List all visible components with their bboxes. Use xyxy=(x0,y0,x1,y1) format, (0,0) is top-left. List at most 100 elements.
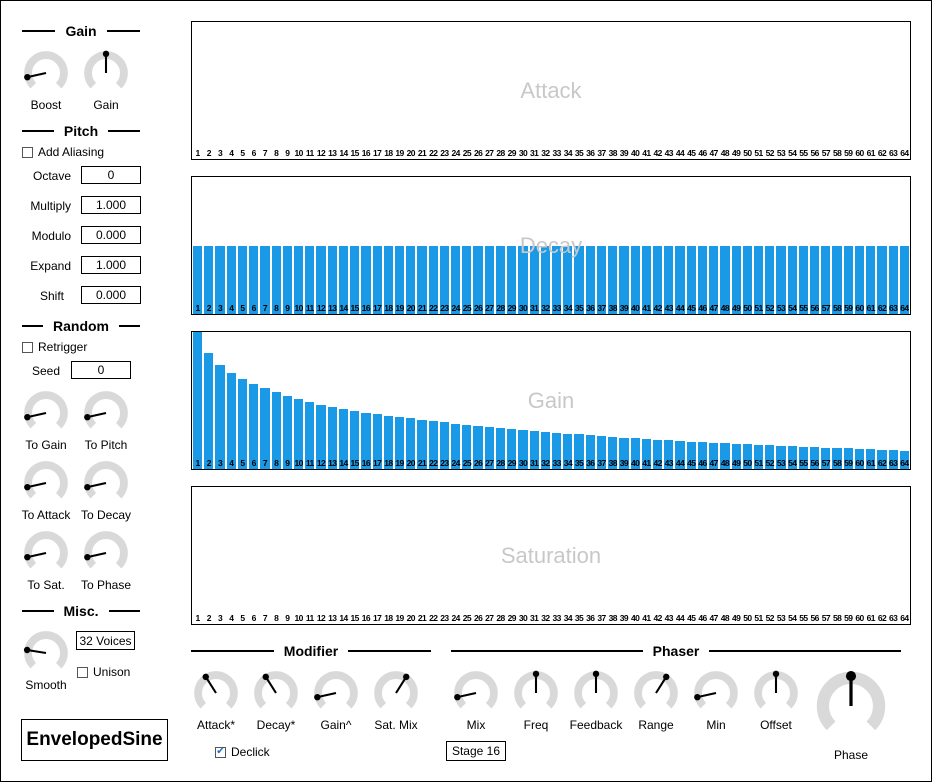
stage-number: 35 xyxy=(574,303,584,313)
retrigger-box[interactable] xyxy=(22,341,33,353)
stage-number: 9 xyxy=(285,303,290,313)
stage-number: 20 xyxy=(406,303,416,313)
declick-box[interactable]: ✔ xyxy=(215,746,226,758)
stage-number: 15 xyxy=(350,458,360,468)
gain-panel[interactable]: Gain 1 2 3 4 5 6 7 8 9 10 11 12 13 14 15 16 17 18 19 20 21 22… xyxy=(191,331,911,470)
stage-number: 28 xyxy=(496,458,505,468)
stage-number: 33 xyxy=(552,613,561,623)
shift-field[interactable]: 0.000 xyxy=(81,286,141,304)
stage-number: 5 xyxy=(240,613,245,623)
decay-panel[interactable]: Decay 1 2 3 4 5 6 7 8 9 10 11 12 13 14 15 16 17 18 19 20 21 2… xyxy=(191,176,911,315)
attack-curve-knob[interactable] xyxy=(193,670,239,716)
attack-panel[interactable]: Attack 1 2 3 4 5 6 7 8 9 10 11 12 13 14 15 16 17 18 19 20 21… xyxy=(191,21,911,160)
to-sat-knob[interactable] xyxy=(23,530,69,576)
gain-bars[interactable] xyxy=(192,332,910,469)
octave-field[interactable]: 0 xyxy=(81,166,141,184)
unison-checkbox[interactable]: Unison xyxy=(77,665,130,679)
stage-number: 54 xyxy=(788,613,797,623)
stage-number: 43 xyxy=(664,303,674,313)
modulo-label: Modulo xyxy=(31,229,71,243)
seed-field[interactable]: 0 xyxy=(71,361,131,379)
decay-stage-numbers: 1 2 3 4 5 6 7 8 9 10 11 12 13 14 15 16 17 18 19 20 21 22 23 24 2… xyxy=(192,301,910,313)
saturation-panel[interactable]: Saturation 1 2 3 4 5 6 7 8 9 10 11 12 13 14 15 16 17 18 19… xyxy=(191,486,911,625)
decay-bars[interactable] xyxy=(192,177,910,314)
phaser-mix-knob[interactable] xyxy=(453,670,499,716)
stage-number: 35 xyxy=(574,458,584,468)
stage-number: 22 xyxy=(429,303,438,313)
to-gain-label: To Gain xyxy=(25,438,67,452)
stage-number: 11 xyxy=(305,458,314,468)
declick-checkbox[interactable]: ✔ Declick xyxy=(215,745,270,759)
stage-number: 40 xyxy=(631,148,640,158)
to-phase-knob[interactable] xyxy=(83,530,129,576)
to-pitch-label: To Pitch xyxy=(84,438,128,452)
boost-label: Boost xyxy=(30,98,62,112)
stage-number: 55 xyxy=(799,458,808,468)
stage-number: 56 xyxy=(810,613,820,623)
stage-number: 4 xyxy=(229,148,234,158)
gain-curve-knob[interactable] xyxy=(313,670,359,716)
to-gain-knob[interactable] xyxy=(23,390,69,436)
to-pitch-knob[interactable] xyxy=(83,390,129,436)
stage-number: 36 xyxy=(586,458,595,468)
stage-number: 61 xyxy=(866,303,876,313)
sat-mix-knob[interactable] xyxy=(373,670,419,716)
stage-number: 26 xyxy=(473,303,483,313)
phaser-offset-label: Offset xyxy=(760,718,792,732)
stage-bar[interactable] xyxy=(204,352,214,469)
stage-number: 25 xyxy=(462,303,472,313)
stage-number: 13 xyxy=(328,303,337,313)
saturation-bars[interactable] xyxy=(192,487,910,624)
stage-bar[interactable] xyxy=(193,332,203,469)
stage-number: 50 xyxy=(743,458,752,468)
stage-number: 1 xyxy=(195,148,201,158)
stage-number: 29 xyxy=(507,613,517,623)
smooth-knob[interactable] xyxy=(23,630,69,676)
phaser-range-knob[interactable] xyxy=(633,670,679,716)
add-aliasing-checkbox[interactable]: Add Aliasing xyxy=(22,145,104,159)
stage-number: 12 xyxy=(316,458,326,468)
stage-number: 37 xyxy=(597,148,606,158)
stage-bar[interactable] xyxy=(226,373,236,469)
phaser-offset-knob[interactable] xyxy=(753,670,799,716)
stage-number: 43 xyxy=(664,613,674,623)
stage-number: 5 xyxy=(240,148,245,158)
add-aliasing-box[interactable] xyxy=(22,146,33,158)
phaser-phase-knob[interactable] xyxy=(815,670,887,742)
knob-pointer-dot xyxy=(202,673,209,681)
phaser-feedback-knob[interactable] xyxy=(573,670,619,716)
attack-bars[interactable] xyxy=(192,22,910,159)
knob-pointer-dot xyxy=(102,50,110,58)
stage-bar[interactable] xyxy=(215,364,225,469)
phaser-min-knob[interactable] xyxy=(693,670,739,716)
stage-number: 25 xyxy=(462,613,472,623)
stage-number: 8 xyxy=(274,458,279,468)
multiply-field[interactable]: 1.000 xyxy=(81,196,141,214)
stage-number: 42 xyxy=(653,303,662,313)
retrigger-checkbox[interactable]: Retrigger xyxy=(22,340,87,354)
to-decay-knob[interactable] xyxy=(83,460,129,506)
voices-select[interactable]: 32 Voices xyxy=(76,631,135,650)
shift-label: Shift xyxy=(39,289,64,303)
decay-curve-knob[interactable] xyxy=(253,670,299,716)
stage-number: 13 xyxy=(328,148,337,158)
stage-number: 43 xyxy=(664,148,674,158)
stage-number: 18 xyxy=(384,458,393,468)
stage-number: 58 xyxy=(832,148,842,158)
stage-select[interactable]: Stage 16 xyxy=(446,741,506,761)
expand-field[interactable]: 1.000 xyxy=(81,256,141,274)
stage-number: 53 xyxy=(776,458,786,468)
phaser-freq-knob[interactable] xyxy=(513,670,559,716)
modulo-field[interactable]: 0.000 xyxy=(81,226,141,244)
boost-knob[interactable] xyxy=(23,50,69,96)
stage-number: 4 xyxy=(229,613,234,623)
unison-box[interactable] xyxy=(77,666,88,678)
stage-number: 41 xyxy=(642,303,651,313)
stage-number: 41 xyxy=(642,458,651,468)
stage-number: 62 xyxy=(877,303,887,313)
gain-knob[interactable] xyxy=(83,50,129,96)
to-attack-knob[interactable] xyxy=(23,460,69,506)
pitch-section-header: Pitch xyxy=(22,122,141,140)
stage-number: 51 xyxy=(754,148,763,158)
stage-number: 63 xyxy=(889,613,898,623)
